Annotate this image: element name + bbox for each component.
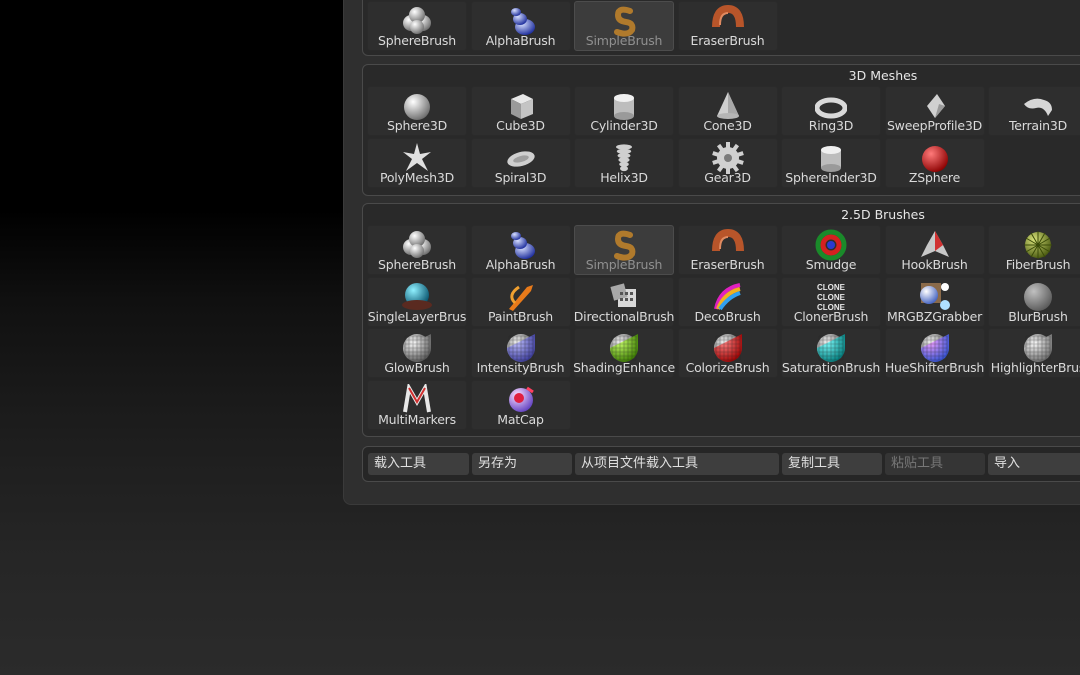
tool-label: EraserBrush bbox=[690, 33, 765, 48]
tool-paintbrush[interactable]: PaintBrush bbox=[470, 276, 571, 327]
load-tool-button[interactable]: 载入工具 bbox=[368, 453, 469, 475]
tool-label: MRGBZGrabber bbox=[886, 308, 983, 324]
tool-simplebrush[interactable]: SimpleBrush bbox=[574, 225, 674, 275]
tool-colorizebrush[interactable]: ColorizeBrush bbox=[677, 328, 778, 378]
brushes-group: 2.5D Brushes SphereBrush AlphaBrush Simple… bbox=[362, 203, 1080, 437]
top-brush-group: SphereBrush AlphaBrush SimpleBrush EraserBr… bbox=[362, 0, 1080, 56]
tool-singlelayerbrus[interactable]: SingleLayerBrus bbox=[367, 276, 467, 327]
tool-label: Smudge bbox=[805, 257, 857, 272]
tool-actions-row: 载入工具 另存为 从项目文件载入工具 复制工具 粘贴工具 导入 bbox=[362, 446, 1080, 482]
tool-label: SimpleBrush bbox=[585, 257, 663, 272]
tool-label: SimpleBrush bbox=[585, 33, 663, 48]
tool-label: DirectionalBrush bbox=[573, 308, 675, 324]
tool-label: ClonerBrush bbox=[793, 308, 869, 324]
tool-label: SaturationBrush bbox=[781, 360, 881, 375]
tool-simplebrush[interactable]: SimpleBrush bbox=[574, 1, 674, 51]
tool-label: Ring3D bbox=[808, 118, 854, 133]
tool-label: Cone3D bbox=[703, 118, 752, 133]
import-button[interactable]: 导入 bbox=[988, 453, 1080, 475]
tool-label: HueShifterBrush bbox=[884, 360, 985, 375]
tool-label: AlphaBrush bbox=[485, 257, 556, 272]
tool-matcap[interactable]: MatCap bbox=[470, 379, 571, 430]
tool-label: AlphaBrush bbox=[485, 33, 556, 48]
tool-hueshifterbrush[interactable]: HueShifterBrush bbox=[884, 328, 985, 378]
tool-label: DecoBrush bbox=[694, 308, 761, 324]
tool-blurbrush[interactable]: BlurBrush bbox=[988, 276, 1080, 327]
save-as-button[interactable]: 另存为 bbox=[472, 453, 572, 475]
tool-label: Gear3D bbox=[704, 169, 751, 185]
tool-eraserbrush[interactable]: EraserBrush bbox=[677, 1, 778, 51]
tool-label: PolyMesh3D bbox=[379, 169, 455, 185]
tool-mrgbzgrabber[interactable]: MRGBZGrabber bbox=[884, 276, 985, 327]
tool-highlighterbrus[interactable]: HighlighterBrus bbox=[988, 328, 1080, 378]
tool-zsphere[interactable]: ZSphere bbox=[884, 137, 985, 188]
tool-shadingenhance[interactable]: ShadingEnhance bbox=[573, 328, 675, 378]
tool-sphereinder3d[interactable]: SphereInder3D bbox=[781, 137, 881, 188]
paste-tool-button[interactable]: 粘贴工具 bbox=[885, 453, 985, 475]
brushes-title: 2.5D Brushes bbox=[841, 207, 925, 222]
tool-intensitybrush[interactable]: IntensityBrush bbox=[470, 328, 571, 378]
tool-sphere3d[interactable]: Sphere3D bbox=[367, 86, 467, 136]
tool-cone3d[interactable]: Cone3D bbox=[677, 86, 778, 136]
tool-helix3d[interactable]: Helix3D bbox=[574, 137, 674, 188]
tool-polymesh3d[interactable]: PolyMesh3D bbox=[367, 137, 467, 188]
tool-spiral3d[interactable]: Spiral3D bbox=[470, 137, 571, 188]
tool-label: SweepProfile3D bbox=[886, 118, 983, 133]
svg-text:CLONE: CLONE bbox=[817, 283, 846, 292]
tool-fiberbrush[interactable]: FiberBrush bbox=[988, 225, 1080, 275]
tool-gear3d[interactable]: Gear3D bbox=[677, 137, 778, 188]
tool-cylinder3d[interactable]: Cylinder3D bbox=[574, 86, 674, 136]
tool-multimarkers[interactable]: MultiMarkers bbox=[367, 379, 467, 430]
svg-text:CLONE: CLONE bbox=[817, 293, 846, 302]
tool-label: MultiMarkers bbox=[378, 411, 456, 427]
tool-label: HookBrush bbox=[901, 257, 968, 272]
tool-cube3d[interactable]: Cube3D bbox=[470, 86, 571, 136]
tool-glowbrush[interactable]: GlowBrush bbox=[367, 328, 467, 378]
tool-label: SphereInder3D bbox=[785, 169, 877, 185]
meshes-title: 3D Meshes bbox=[848, 68, 918, 83]
tool-label: EraserBrush bbox=[690, 257, 765, 272]
tool-label: Cylinder3D bbox=[590, 118, 658, 133]
tool-label: Cube3D bbox=[496, 118, 545, 133]
tool-label: BlurBrush bbox=[1008, 308, 1068, 324]
tool-spherebrush[interactable]: SphereBrush bbox=[367, 1, 467, 51]
tool-hookbrush[interactable]: HookBrush bbox=[884, 225, 985, 275]
tool-label: SphereBrush bbox=[378, 257, 456, 272]
tool-label: Helix3D bbox=[600, 169, 648, 185]
tool-label: MatCap bbox=[497, 411, 544, 427]
load-tool-from-project-button[interactable]: 从项目文件载入工具 bbox=[575, 453, 779, 475]
tool-spherebrush[interactable]: SphereBrush bbox=[367, 225, 467, 275]
tool-label: ZSphere bbox=[908, 169, 961, 185]
tool-label: GlowBrush bbox=[384, 360, 450, 375]
copy-tool-button[interactable]: 复制工具 bbox=[782, 453, 882, 475]
tool-decobrush[interactable]: DecoBrush bbox=[677, 276, 778, 327]
meshes-group: 3D Meshes Sphere3D Cube3D Cylinder3D Cone3D… bbox=[362, 64, 1080, 196]
tool-sweepprofile3d[interactable]: SweepProfile3D bbox=[884, 86, 985, 136]
tool-saturationbrush[interactable]: SaturationBrush bbox=[781, 328, 881, 378]
tool-label: IntensityBrush bbox=[476, 360, 565, 375]
tool-clonerbrush[interactable]: CLONE CLONE CLONE ClonerBrush bbox=[781, 276, 881, 327]
tool-label: Sphere3D bbox=[386, 118, 447, 133]
tool-ring3d[interactable]: Ring3D bbox=[781, 86, 881, 136]
tool-label: HighlighterBrus bbox=[990, 360, 1080, 375]
tool-label: FiberBrush bbox=[1005, 257, 1071, 272]
tool-label: PaintBrush bbox=[487, 308, 553, 324]
tool-label: ColorizeBrush bbox=[685, 360, 770, 375]
tool-label: SphereBrush bbox=[378, 33, 456, 48]
tool-label: Terrain3D bbox=[1008, 118, 1068, 133]
tool-eraserbrush[interactable]: EraserBrush bbox=[677, 225, 778, 275]
tool-label: SingleLayerBrus bbox=[367, 308, 467, 324]
tool-label: Spiral3D bbox=[494, 169, 547, 185]
tool-label: ShadingEnhance bbox=[573, 360, 675, 375]
tool-terrain3d[interactable]: Terrain3D bbox=[988, 86, 1080, 136]
tool-smudge[interactable]: Smudge bbox=[781, 225, 881, 275]
tool-alphabrush[interactable]: AlphaBrush bbox=[470, 1, 571, 51]
tool-directionalbrush[interactable]: DirectionalBrush bbox=[573, 276, 675, 327]
tool-alphabrush[interactable]: AlphaBrush bbox=[470, 225, 571, 275]
